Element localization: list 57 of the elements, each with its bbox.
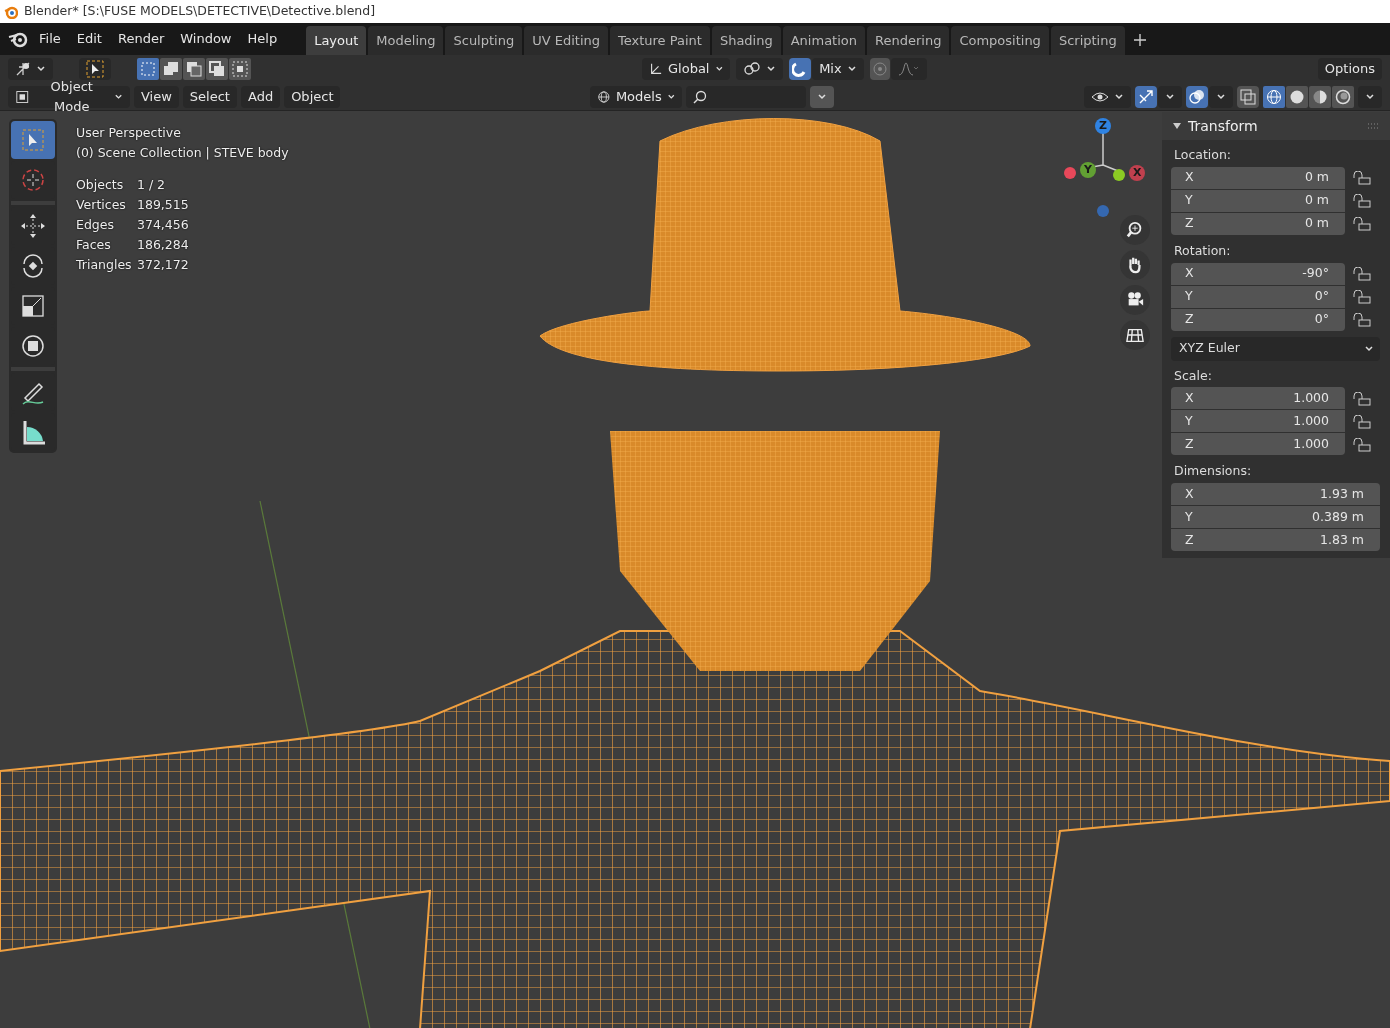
menu-item[interactable]: File bbox=[32, 26, 68, 52]
stat-label: Edges bbox=[76, 216, 115, 234]
view-name: User Perspective bbox=[76, 124, 182, 142]
stat-value: 1 / 2 bbox=[137, 176, 167, 194]
stat-value: 372,172 bbox=[137, 256, 190, 274]
orientation-dropdown[interactable]: Global bbox=[642, 58, 731, 80]
stat-value: 186,284 bbox=[137, 236, 190, 254]
number-field[interactable]: Z 0 m bbox=[1171, 212, 1345, 235]
number-field[interactable]: Z 1.000 bbox=[1171, 433, 1345, 456]
snap-target-dropdown[interactable]: Mix bbox=[812, 58, 864, 80]
stat-label: Vertices bbox=[76, 196, 127, 214]
menu-item[interactable]: Window bbox=[173, 26, 239, 52]
number-field[interactable]: X 1.93 m bbox=[1171, 483, 1380, 505]
number-field[interactable]: Y 0 m bbox=[1171, 189, 1345, 212]
collection-dropdown[interactable]: Models bbox=[590, 85, 683, 108]
workspace-tab[interactable]: Animation bbox=[782, 25, 865, 56]
workspace-tab[interactable]: Shading bbox=[711, 25, 781, 56]
axis-label: Y bbox=[1084, 162, 1092, 178]
panel-title: Transform bbox=[1188, 116, 1258, 136]
stat-value: 189,515 bbox=[137, 196, 190, 214]
number-field[interactable]: Y 1.000 bbox=[1171, 410, 1345, 433]
workspace-tab[interactable]: Layout bbox=[306, 25, 367, 56]
number-field[interactable]: Y 0° bbox=[1171, 285, 1345, 308]
stat-value: 374,456 bbox=[137, 216, 190, 234]
group-label: Location: bbox=[1173, 146, 1233, 164]
number-field[interactable]: X 1.000 bbox=[1171, 387, 1345, 410]
workspace-tab[interactable]: Modeling bbox=[368, 25, 444, 56]
viewport-menu[interactable]: Select bbox=[182, 85, 237, 108]
menu-item[interactable]: Help bbox=[240, 26, 285, 52]
viewport-menu[interactable]: Add bbox=[240, 85, 281, 108]
window-title: Blender* [S:\FUSE MODELS\DETECTIVE\Detective.blend] bbox=[24, 2, 376, 21]
number-field[interactable]: X -90° bbox=[1171, 262, 1345, 285]
number-field[interactable]: Z 1.83 m bbox=[1171, 529, 1380, 551]
viewport-menu[interactable]: View bbox=[134, 85, 179, 108]
number-field[interactable]: Z 0° bbox=[1171, 308, 1345, 331]
group-label: Rotation: bbox=[1173, 241, 1232, 260]
workspace-tab[interactable]: UV Editing bbox=[524, 25, 608, 56]
workspace-tab[interactable]: Rendering bbox=[867, 25, 950, 56]
axis-label: X bbox=[1133, 165, 1142, 181]
workspace-tab[interactable]: Texture Paint bbox=[610, 25, 710, 56]
stat-label: Objects bbox=[76, 176, 125, 194]
workspace-tab[interactable]: Scripting bbox=[1050, 25, 1125, 56]
workspace-tab[interactable]: Compositing bbox=[951, 25, 1049, 56]
scene-context: (0) Scene Collection | STEVE body bbox=[76, 144, 289, 162]
viewport-menu[interactable]: Object bbox=[284, 85, 341, 108]
rotation-mode-dropdown[interactable]: XYZ Euler bbox=[1171, 336, 1380, 361]
menu-item[interactable]: Edit bbox=[69, 26, 109, 52]
stat-label: Faces bbox=[76, 236, 112, 254]
group-label: Scale: bbox=[1173, 366, 1213, 385]
options-button[interactable]: Options bbox=[1317, 58, 1382, 80]
number-field[interactable]: Y 0.389 m bbox=[1171, 506, 1380, 528]
axis-label: Z bbox=[1099, 118, 1107, 134]
workspace-tab[interactable]: Sculpting bbox=[445, 25, 523, 56]
group-label: Dimensions: bbox=[1173, 462, 1253, 481]
number-field[interactable]: X 0 m bbox=[1171, 166, 1345, 189]
stat-label: Triangles bbox=[76, 256, 133, 274]
menu-item[interactable]: Render bbox=[110, 26, 172, 52]
